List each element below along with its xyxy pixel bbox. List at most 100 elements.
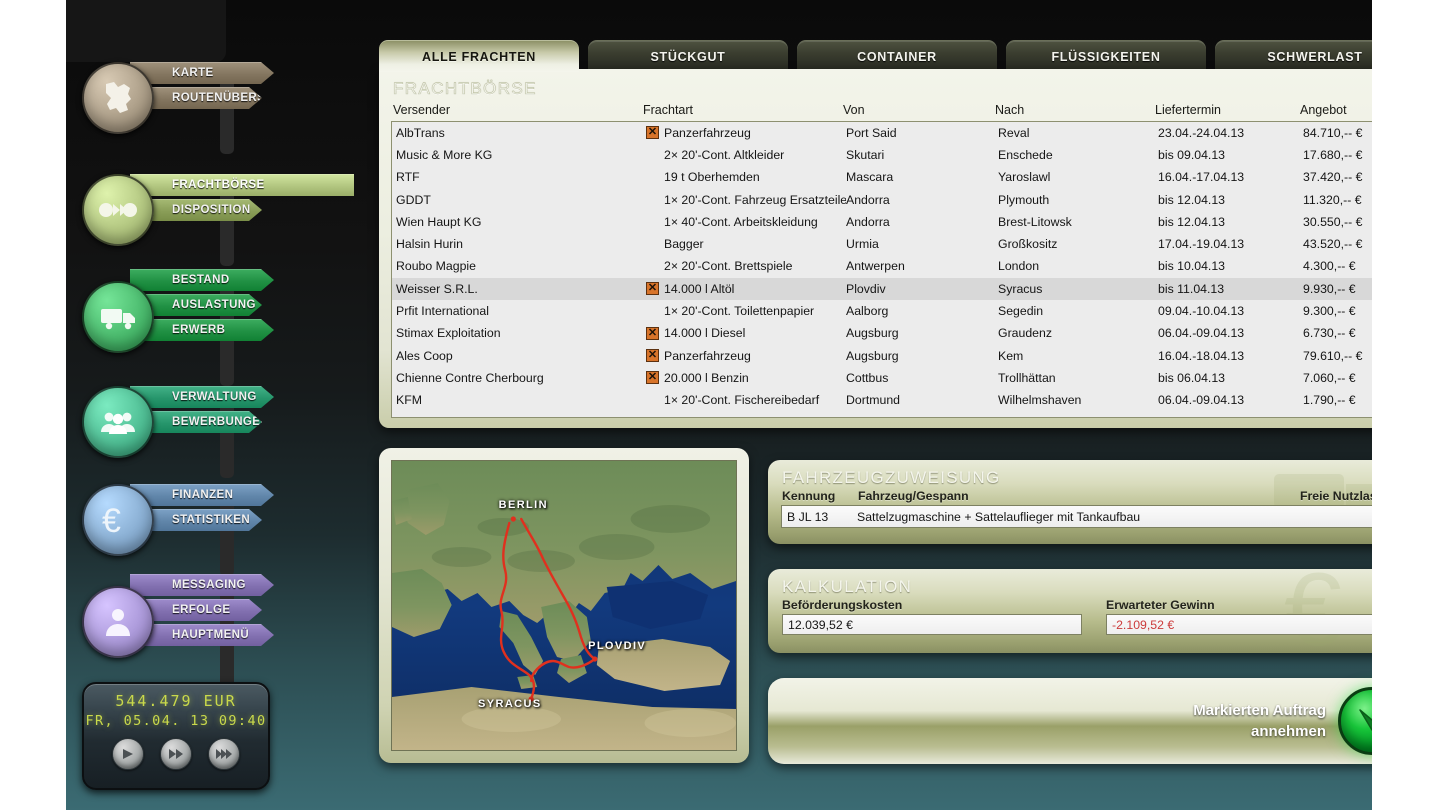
table-row[interactable]: Music & More KG 2× 20'-Cont. Altkleider Sk… [392,144,1372,166]
sidebar-item-finanzen[interactable]: FINANZEN [130,484,274,506]
cell-frachtart: 1× 40'-Cont. Arbeitskleidung [646,215,846,229]
profit-value: -2.109,52 € [1112,617,1175,632]
table-row[interactable]: Stimax Exploitation ✕ 14.000 l Diesel Augsb… [392,323,1372,345]
cell-frachtart: ✕ 14.000 l Diesel [646,326,846,340]
vehicle-name: Sattelzugmaschine + Sattelauflieger mit … [857,509,1141,524]
game-screen: KARTE ROUTENÜBERSICHT FRACHTBÖRSE DISPOSITI… [0,0,1440,810]
column-header-von[interactable]: Von [841,103,993,121]
status-clock-widget: 544.479 EUR FR, 05.04. 13 09:40 [82,682,270,790]
hazard-x-icon: ✕ [646,326,659,340]
sidebar-item-label: ROUTENÜBERSICHT [172,92,294,104]
tab-label: FLÜSSIGKEITEN [1051,49,1161,64]
accept-order-bar[interactable]: Markierten Auftrag annehmen [768,678,1372,764]
freight-exchange-icon[interactable] [82,174,154,246]
table-row[interactable]: Roubo Magpie 2× 20'-Cont. Brettspiele Antw… [392,256,1372,278]
column-header-liefertermin[interactable]: Liefertermin [1153,103,1298,121]
cell-von: Port Said [846,125,897,140]
cell-frachtart: ✕ 20.000 l Benzin [646,371,846,385]
column-fahrzeug: Fahrzeug/Gespann [858,489,969,503]
game-viewport: KARTE ROUTENÜBERSICHT FRACHTBÖRSE DISPOSITI… [66,0,1372,810]
cell-nach: Großkositz [998,237,1058,252]
table-row[interactable]: KFM 1× 20'-Cont. Fischereibedarf Dortmund W… [392,390,1372,412]
column-header-versender[interactable]: Versender [391,103,641,121]
cell-von: Mascara [846,170,894,185]
column-header-angebot[interactable]: Angebot [1298,103,1372,121]
frachtart-text: 19 t Oberhemden [664,170,760,185]
cell-von: Cottbus [846,370,889,385]
frachtart-text: 14.000 l Diesel [664,326,746,341]
cell-versender: Ales Coop [396,348,453,363]
cell-nach: London [998,259,1040,274]
cell-von: Augsburg [846,348,899,363]
speed-fast-icon[interactable] [208,738,240,770]
column-header-frachtart[interactable]: Frachtart [641,103,841,121]
sidebar-item-label: VERWALTUNG [172,391,257,403]
tab-stuckgut[interactable]: STÜCKGUT [588,40,788,72]
sidebar-item-label: KARTE [172,67,214,79]
cell-liefertermin: 23.04.-24.04.13 [1158,125,1245,140]
sidebar-item-messaging[interactable]: MESSAGING [130,574,274,596]
table-row[interactable]: RTF 19 t Oberhemden Mascara Yaroslawl 16.04.… [392,167,1372,189]
cell-nach: Wilhelmshaven [998,393,1082,408]
cell-versender: Prfit International [396,304,489,319]
truck-icon[interactable] [82,280,154,353]
route-map-image[interactable]: BERLIN PLOVDIV SYRACUS [391,460,737,751]
nav-item-list: FINANZEN STATISTIKEN [130,484,298,534]
speed-slow-icon[interactable] [112,738,144,770]
map-label-syracus: SYRACUS [478,697,542,710]
frachtart-text: Panzerfahrzeug [664,125,751,140]
cell-von: Andorra [846,192,890,207]
tab-container[interactable]: CONTAINER [797,40,997,72]
tab-alle-frachten[interactable]: ALLE FRACHTEN [379,40,579,72]
sidebar-item-verwaltung[interactable]: VERWALTUNG [130,386,274,408]
hazard-x-icon: ✕ [646,371,659,385]
tab-schwerlast[interactable]: SCHWERLAST [1215,40,1372,72]
cell-angebot: 17.680,-- € [1303,147,1363,162]
speed-medium-icon[interactable] [160,738,192,770]
table-row[interactable]: Wien Haupt KG 1× 40'-Cont. Arbeitskleidun… [392,211,1372,233]
euro-icon[interactable]: € [82,484,154,556]
viewport-top-cap [66,0,226,62]
vehicle-assignment-row[interactable]: B JL 13 Sattelzugmaschine + Sattelauflie… [781,505,1372,528]
table-row[interactable]: Ales Coop ✕ Panzerfahrzeug Augsburg Kem 16.04… [392,345,1372,367]
accept-order-button[interactable] [1338,687,1372,755]
sidebar-item-karte[interactable]: KARTE [130,62,274,84]
cell-angebot: 9.300,-- € [1303,304,1356,319]
cell-versender: Wien Haupt KG [396,214,482,229]
sidebar-item-frachtborse[interactable]: FRACHTBÖRSE [130,174,354,196]
cell-versender: Weisser S.R.L. [396,281,478,296]
cell-versender: Stimax Exploitation [396,326,501,341]
table-row[interactable]: Weisser S.R.L. ✕ 14.000 l Altöl Plovdiv Syra… [392,278,1372,301]
table-row[interactable]: Halsin Hurin Bagger Urmia Großkositz 17.04.-… [392,233,1372,255]
cost-value: 12.039,52 € [788,617,853,632]
cell-liefertermin: bis 12.04.13 [1158,214,1226,229]
cell-von: Antwerpen [846,259,905,274]
cell-versender: RTF [396,170,420,185]
route-map-panel[interactable]: BERLIN PLOVDIV SYRACUS [379,448,749,763]
map-europe-icon[interactable] [82,62,154,134]
table-row[interactable]: AlbTrans ✕ Panzerfahrzeug Port Said Reval 23.… [392,122,1372,144]
tab-flussigkeiten[interactable]: FLÜSSIGKEITEN [1006,40,1206,72]
freight-table-body[interactable]: AlbTrans ✕ Panzerfahrzeug Port Said Reval 23.… [391,121,1372,418]
table-row[interactable]: Prfit International 1× 20'-Cont. Toilette… [392,300,1372,322]
sidebar-item-bestand[interactable]: BESTAND [130,269,274,291]
tab-label: STÜCKGUT [650,49,726,64]
cell-nach: Trollhättan [998,370,1056,385]
cell-liefertermin: 16.04.-17.04.13 [1158,170,1245,185]
cell-frachtart: 19 t Oberhemden [646,170,846,184]
cell-nach: Segedin [998,304,1044,319]
column-header-nach[interactable]: Nach [993,103,1153,121]
page-title: FRACHTBÖRSE [393,79,537,98]
user-icon[interactable] [82,585,154,658]
profit-label: Erwarteter Gewinn [1106,598,1215,612]
frachtart-text: 20.000 l Benzin [664,370,749,385]
cell-frachtart: 2× 20'-Cont. Altkleider [646,148,846,162]
cell-angebot: 9.930,-- € [1303,281,1356,296]
table-row[interactable]: GDDT 1× 20'-Cont. Fahrzeug Ersatzteile And… [392,189,1372,211]
people-icon[interactable] [82,386,154,458]
table-row[interactable]: Chienne Contre Cherbourg ✕ 20.000 l Benzin… [392,367,1372,389]
cell-angebot: 30.550,-- € [1303,214,1363,229]
nav-item-list: BESTAND AUSLASTUNG ERWERB [130,269,298,344]
cell-nach: Syracus [998,281,1043,296]
cell-angebot: 43.520,-- € [1303,237,1363,252]
